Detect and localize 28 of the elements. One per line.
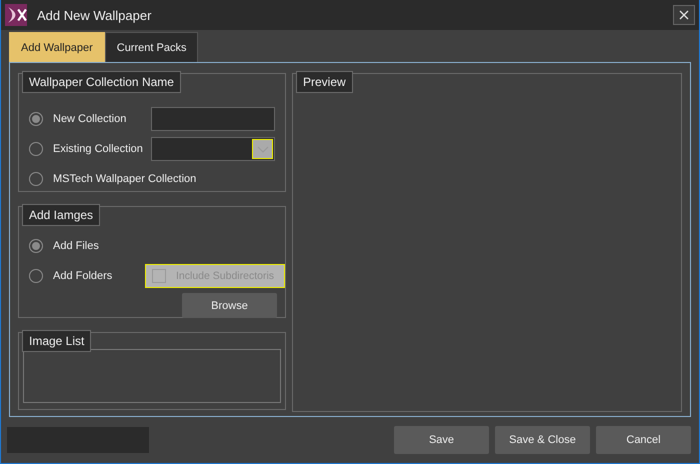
radio-button[interactable] [29, 172, 43, 186]
radio-button[interactable] [29, 142, 43, 156]
dialog-button[interactable]: Cancel [596, 426, 691, 454]
group-title: Image List [22, 330, 92, 352]
group-title: Preview [296, 71, 353, 93]
close-icon [679, 10, 689, 20]
tab[interactable]: Current Packs [104, 32, 198, 62]
radio-button[interactable] [29, 239, 43, 253]
image-list[interactable] [23, 349, 281, 403]
close-button[interactable] [673, 5, 695, 25]
dialog-button[interactable]: Save [394, 426, 489, 454]
app-logo-icon [5, 4, 27, 26]
browse-button[interactable]: Browse [182, 293, 277, 318]
collection-name-field[interactable] [151, 107, 275, 131]
radio-label: Existing Collection [53, 143, 144, 155]
collection-dropdown[interactable] [151, 137, 275, 161]
dropdown-button[interactable] [252, 139, 273, 159]
radio-button[interactable] [29, 112, 43, 126]
window-title: Add New Wallpaper [37, 8, 152, 22]
radio-button[interactable] [29, 269, 43, 283]
radio-label: Add Files [53, 240, 100, 252]
radio-label: MSTech Wallpaper Collection [53, 173, 196, 185]
radio-label: New Collection [53, 113, 128, 125]
radio-label: Add Folders [53, 270, 114, 282]
group-title: Wallpaper Collection Name [22, 71, 181, 93]
group-title: Add Iamges [22, 204, 100, 226]
tab[interactable]: Add Wallpaper [9, 32, 105, 62]
dialog-button[interactable]: Save & Close [495, 426, 590, 454]
